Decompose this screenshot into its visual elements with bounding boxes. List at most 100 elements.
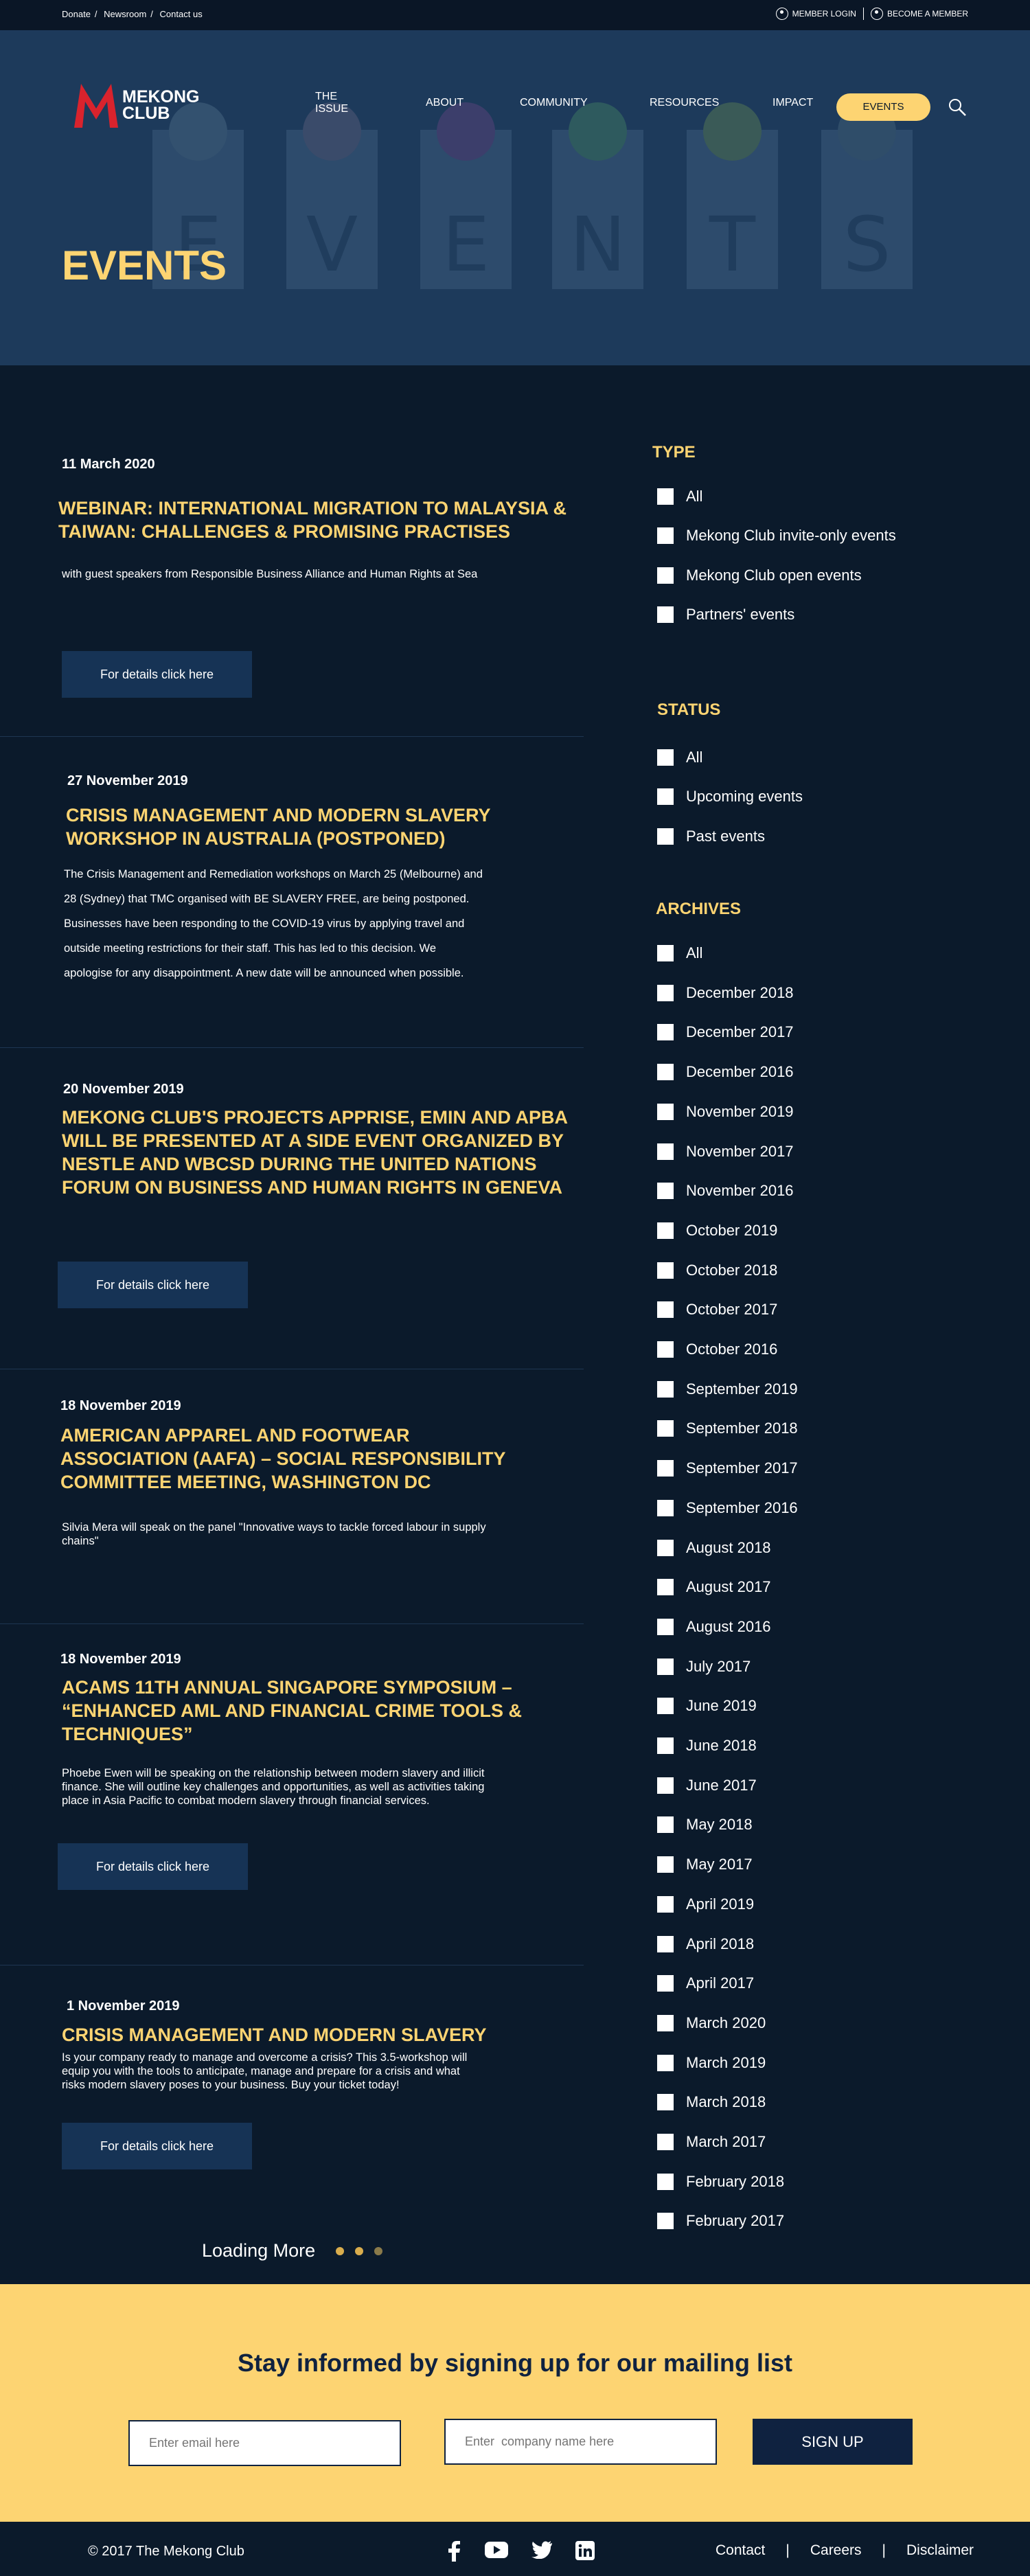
youtube-icon[interactable] [485, 2541, 508, 2559]
archive-option-checkbox[interactable]: June 2017 [657, 1777, 757, 1794]
archive-option-checkbox[interactable]: February 2017 [657, 2212, 784, 2230]
type-invite-only-checkbox[interactable]: Mekong Club invite-only events [657, 527, 896, 545]
archive-option-checkbox[interactable]: March 2017 [657, 2133, 766, 2151]
become-member-link[interactable]: BECOME A MEMBER [870, 8, 968, 20]
checkbox[interactable] [657, 1064, 674, 1081]
footer-careers-link[interactable]: Careers [810, 2542, 862, 2559]
checkbox[interactable] [657, 1816, 674, 1834]
checkbox[interactable] [657, 1183, 674, 1200]
type-all-checkbox[interactable]: All [657, 488, 702, 505]
archive-option-checkbox[interactable]: September 2018 [657, 1420, 798, 1437]
archive-option-checkbox[interactable]: August 2018 [657, 1539, 771, 1557]
checkbox[interactable] [657, 1499, 674, 1516]
archive-option-checkbox[interactable]: September 2017 [657, 1459, 798, 1477]
archive-option-checkbox[interactable]: October 2018 [657, 1262, 777, 1279]
status-upcoming-checkbox[interactable]: Upcoming events [657, 788, 803, 806]
archive-option-checkbox[interactable]: February 2018 [657, 2173, 784, 2191]
event-details-button[interactable]: For details click here [62, 651, 252, 698]
checkbox[interactable] [657, 1698, 674, 1715]
email-field[interactable] [128, 2420, 401, 2466]
footer-contact-link[interactable]: Contact [716, 2542, 765, 2559]
checkbox[interactable] [657, 1737, 674, 1754]
checkbox[interactable] [657, 1024, 674, 1041]
event-details-button[interactable]: For details click here [58, 1843, 248, 1890]
nav-events[interactable]: EVENTS [836, 93, 930, 121]
archive-option-checkbox[interactable]: April 2019 [657, 1895, 754, 1913]
newsroom-link[interactable]: Newsroom [104, 9, 146, 19]
status-all-checkbox[interactable]: All [657, 749, 702, 766]
event-title[interactable]: ACAMS 11TH ANNUAL SINGAPORE SYMPOSIUM – … [62, 1676, 522, 1746]
checkbox[interactable] [657, 2014, 674, 2031]
archive-option-checkbox[interactable]: April 2018 [657, 1935, 754, 1953]
type-partners-checkbox[interactable]: Partners' events [657, 606, 794, 624]
archive-option-checkbox[interactable]: May 2018 [657, 1816, 753, 1834]
event-title[interactable]: MEKONG CLUB'S PROJECTS APPRISE, EMIN AND… [62, 1106, 568, 1199]
archive-option-checkbox[interactable]: December 2016 [657, 1063, 794, 1081]
checkbox[interactable] [657, 1579, 674, 1596]
checkbox[interactable] [657, 1380, 674, 1398]
company-name-field[interactable] [444, 2419, 717, 2465]
contact-us-link[interactable]: Contact us [160, 9, 203, 19]
archive-option-checkbox[interactable]: December 2018 [657, 984, 794, 1002]
archive-option-checkbox[interactable]: September 2019 [657, 1380, 798, 1398]
archive-option-checkbox[interactable]: June 2018 [657, 1737, 757, 1755]
archive-option-checkbox[interactable]: March 2019 [657, 2054, 766, 2072]
archive-option-checkbox[interactable]: December 2017 [657, 1023, 794, 1041]
event-title[interactable]: CRISIS MANAGEMENT AND MODERN SLAVERY WOR… [66, 803, 491, 850]
archive-option-checkbox[interactable]: August 2016 [657, 1618, 771, 1636]
checkbox[interactable] [657, 2213, 674, 2230]
nav-about[interactable]: ABOUT [426, 97, 464, 109]
event-title[interactable]: WEBINAR: INTERNATIONAL MIGRATION TO MALA… [58, 497, 566, 543]
archive-option-checkbox[interactable]: November 2019 [657, 1103, 794, 1121]
archive-option-checkbox[interactable]: November 2016 [657, 1182, 794, 1200]
archive-option-checkbox[interactable]: March 2018 [657, 2093, 766, 2111]
checkbox[interactable] [657, 2134, 674, 2150]
type-open-checkbox[interactable]: Mekong Club open events [657, 567, 862, 584]
member-login-link[interactable]: MEMBER LOGIN [775, 8, 856, 20]
nav-resources[interactable]: RESOURCES [650, 97, 719, 109]
archive-option-checkbox[interactable]: September 2016 [657, 1499, 798, 1517]
checkbox[interactable] [657, 1895, 674, 1913]
sign-up-button[interactable]: SIGN UP [753, 2419, 913, 2465]
checkbox[interactable] [657, 1975, 674, 1992]
linkedin-icon[interactable] [575, 2541, 595, 2560]
checkbox[interactable] [657, 1341, 674, 1358]
event-details-button[interactable]: For details click here [62, 2123, 252, 2169]
checkbox[interactable] [657, 1301, 674, 1319]
archive-option-checkbox[interactable]: March 2020 [657, 2014, 766, 2032]
checkbox[interactable] [657, 1103, 674, 1120]
footer-disclaimer-link[interactable]: Disclaimer [906, 2542, 974, 2559]
archive-option-checkbox[interactable]: All [657, 944, 702, 962]
checkbox[interactable] [657, 1777, 674, 1794]
archive-option-checkbox[interactable]: August 2017 [657, 1578, 771, 1596]
facebook-icon[interactable] [446, 2541, 461, 2562]
checkbox[interactable] [657, 1618, 674, 1635]
checkbox[interactable] [657, 1935, 674, 1952]
nav-the-issue[interactable]: THE ISSUE [315, 91, 348, 115]
checkbox[interactable] [657, 2173, 674, 2190]
checkbox[interactable] [657, 984, 674, 1001]
checkbox[interactable] [657, 1856, 674, 1873]
nav-community[interactable]: COMMUNITY [520, 97, 588, 109]
checkbox[interactable] [657, 1658, 674, 1675]
twitter-icon[interactable] [531, 2541, 552, 2559]
archive-option-checkbox[interactable]: November 2017 [657, 1143, 794, 1161]
archive-option-checkbox[interactable]: April 2017 [657, 1974, 754, 1992]
donate-link[interactable]: Donate [62, 9, 91, 19]
checkbox[interactable] [657, 1420, 674, 1437]
search-icon[interactable] [948, 98, 967, 117]
checkbox[interactable] [657, 1143, 674, 1160]
checkbox[interactable] [657, 1262, 674, 1279]
checkbox[interactable] [657, 1539, 674, 1556]
checkbox[interactable] [657, 2094, 674, 2111]
archive-option-checkbox[interactable]: October 2019 [657, 1222, 777, 1240]
status-past-checkbox[interactable]: Past events [657, 828, 765, 845]
nav-impact[interactable]: IMPACT [772, 97, 813, 109]
loading-more[interactable]: Loading More [202, 2240, 383, 2261]
archive-option-checkbox[interactable]: July 2017 [657, 1658, 751, 1676]
checkbox[interactable] [657, 1460, 674, 1477]
archive-option-checkbox[interactable]: June 2019 [657, 1697, 757, 1715]
checkbox[interactable] [657, 2054, 674, 2071]
mekong-club-logo[interactable]: MEKONG CLUB [71, 81, 200, 129]
archive-option-checkbox[interactable]: October 2016 [657, 1341, 777, 1358]
